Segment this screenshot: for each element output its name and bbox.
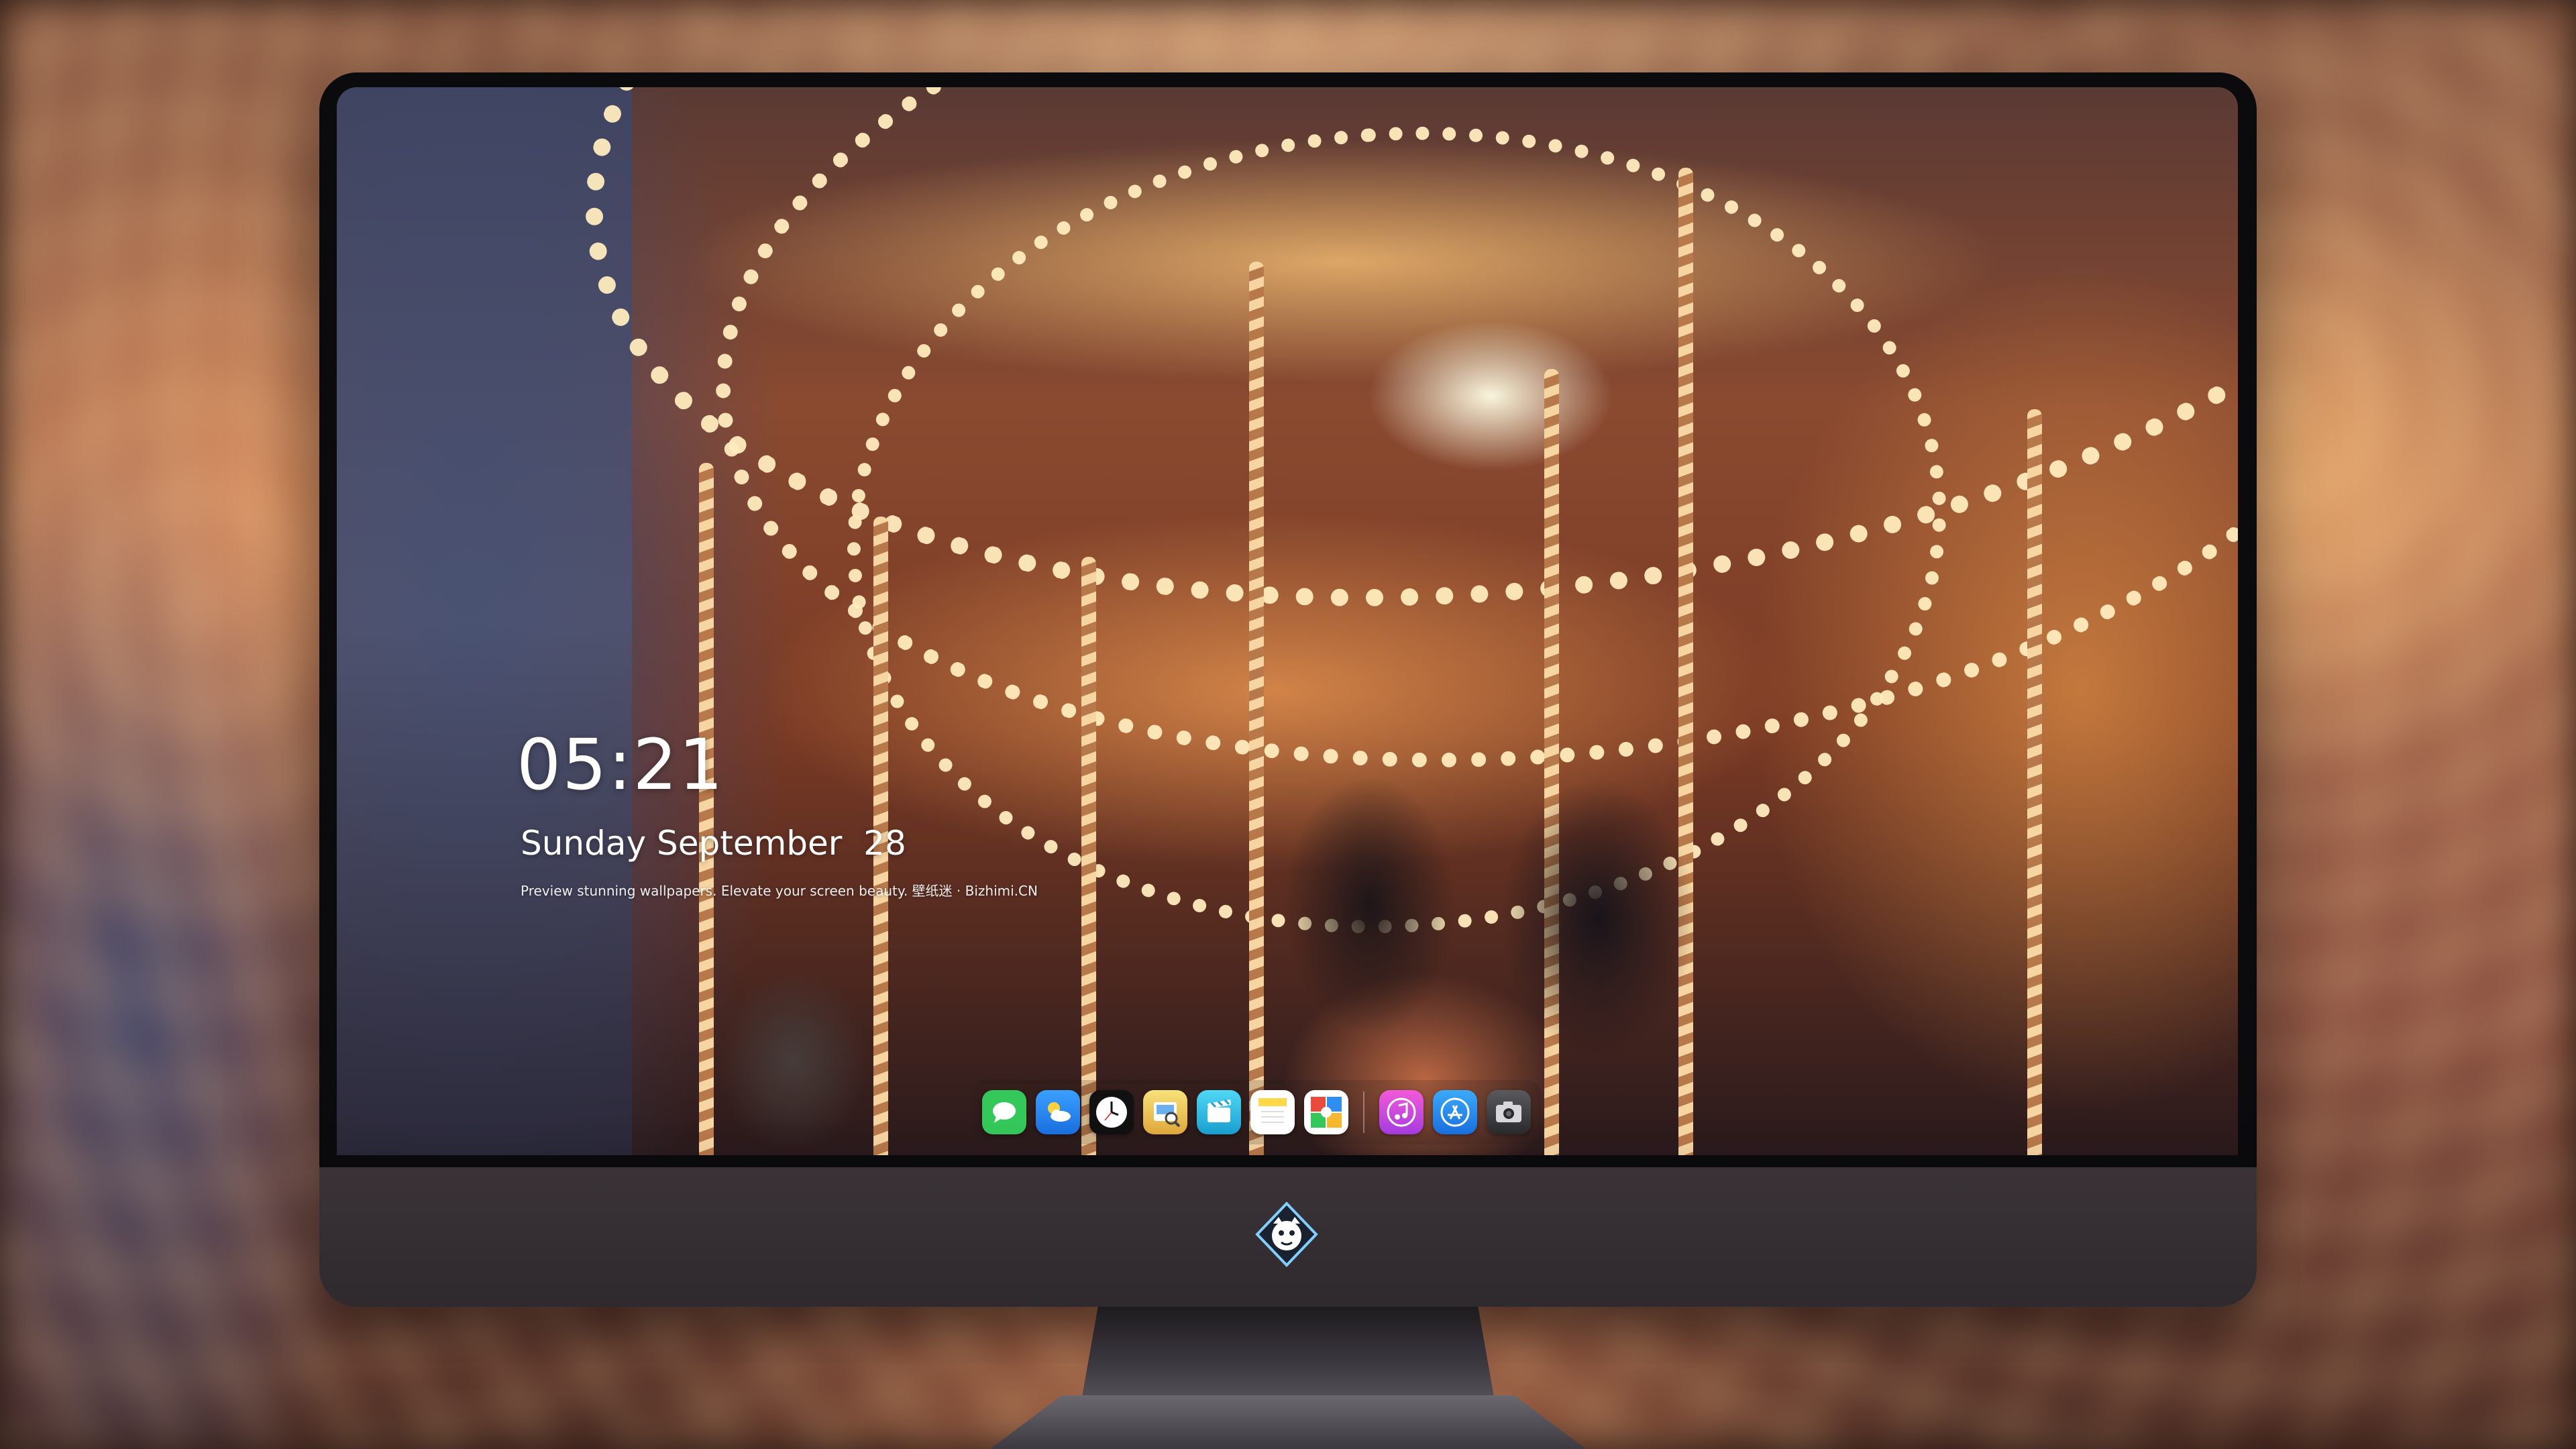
monitor-stand-neck bbox=[1081, 1307, 1495, 1401]
clock-icon bbox=[1096, 1097, 1127, 1128]
dock-separator bbox=[1363, 1091, 1364, 1133]
clips-icon bbox=[1208, 1099, 1231, 1122]
carousel-pole bbox=[2027, 409, 2042, 1155]
preview-icon bbox=[1154, 1102, 1181, 1128]
scene: 05:21 Sunday September 28 Preview stunni… bbox=[0, 0, 2576, 1449]
dock-app-notes[interactable] bbox=[1250, 1090, 1295, 1134]
photo-booth-icon bbox=[1311, 1097, 1342, 1128]
brand-mascot-logo-icon bbox=[1255, 1201, 1318, 1267]
notes-icon bbox=[1258, 1098, 1287, 1123]
lock-screen-time: 05:21 bbox=[517, 724, 724, 806]
app-store-icon bbox=[1440, 1097, 1470, 1127]
dock-app-clips[interactable] bbox=[1197, 1090, 1241, 1134]
lock-screen-date: Sunday September 28 bbox=[521, 824, 906, 863]
dock bbox=[971, 1080, 1542, 1144]
itunes-icon bbox=[1387, 1097, 1416, 1127]
dock-app-messages[interactable] bbox=[982, 1090, 1026, 1134]
camera-icon bbox=[1496, 1102, 1521, 1122]
dock-app-photo-booth[interactable] bbox=[1304, 1090, 1348, 1134]
rider-left bbox=[686, 939, 900, 1155]
dock-app-weather[interactable] bbox=[1036, 1090, 1080, 1134]
dock-app-app-store[interactable] bbox=[1433, 1090, 1477, 1134]
dock-app-itunes[interactable] bbox=[1379, 1090, 1424, 1134]
lock-screen[interactable]: 05:21 Sunday September 28 Preview stunni… bbox=[337, 87, 2238, 1155]
wallpaper-caption: Preview stunning wallpapers. Elevate you… bbox=[521, 883, 1038, 899]
dock-app-camera[interactable] bbox=[1487, 1090, 1531, 1134]
carousel-pole bbox=[1081, 557, 1096, 1155]
monitor-stand-base bbox=[990, 1395, 1586, 1449]
dock-app-preview[interactable] bbox=[1143, 1090, 1187, 1134]
messages-icon bbox=[993, 1102, 1016, 1123]
weather-icon bbox=[1048, 1102, 1071, 1122]
dock-app-clock[interactable] bbox=[1089, 1090, 1134, 1134]
evening-sky bbox=[337, 87, 632, 1155]
